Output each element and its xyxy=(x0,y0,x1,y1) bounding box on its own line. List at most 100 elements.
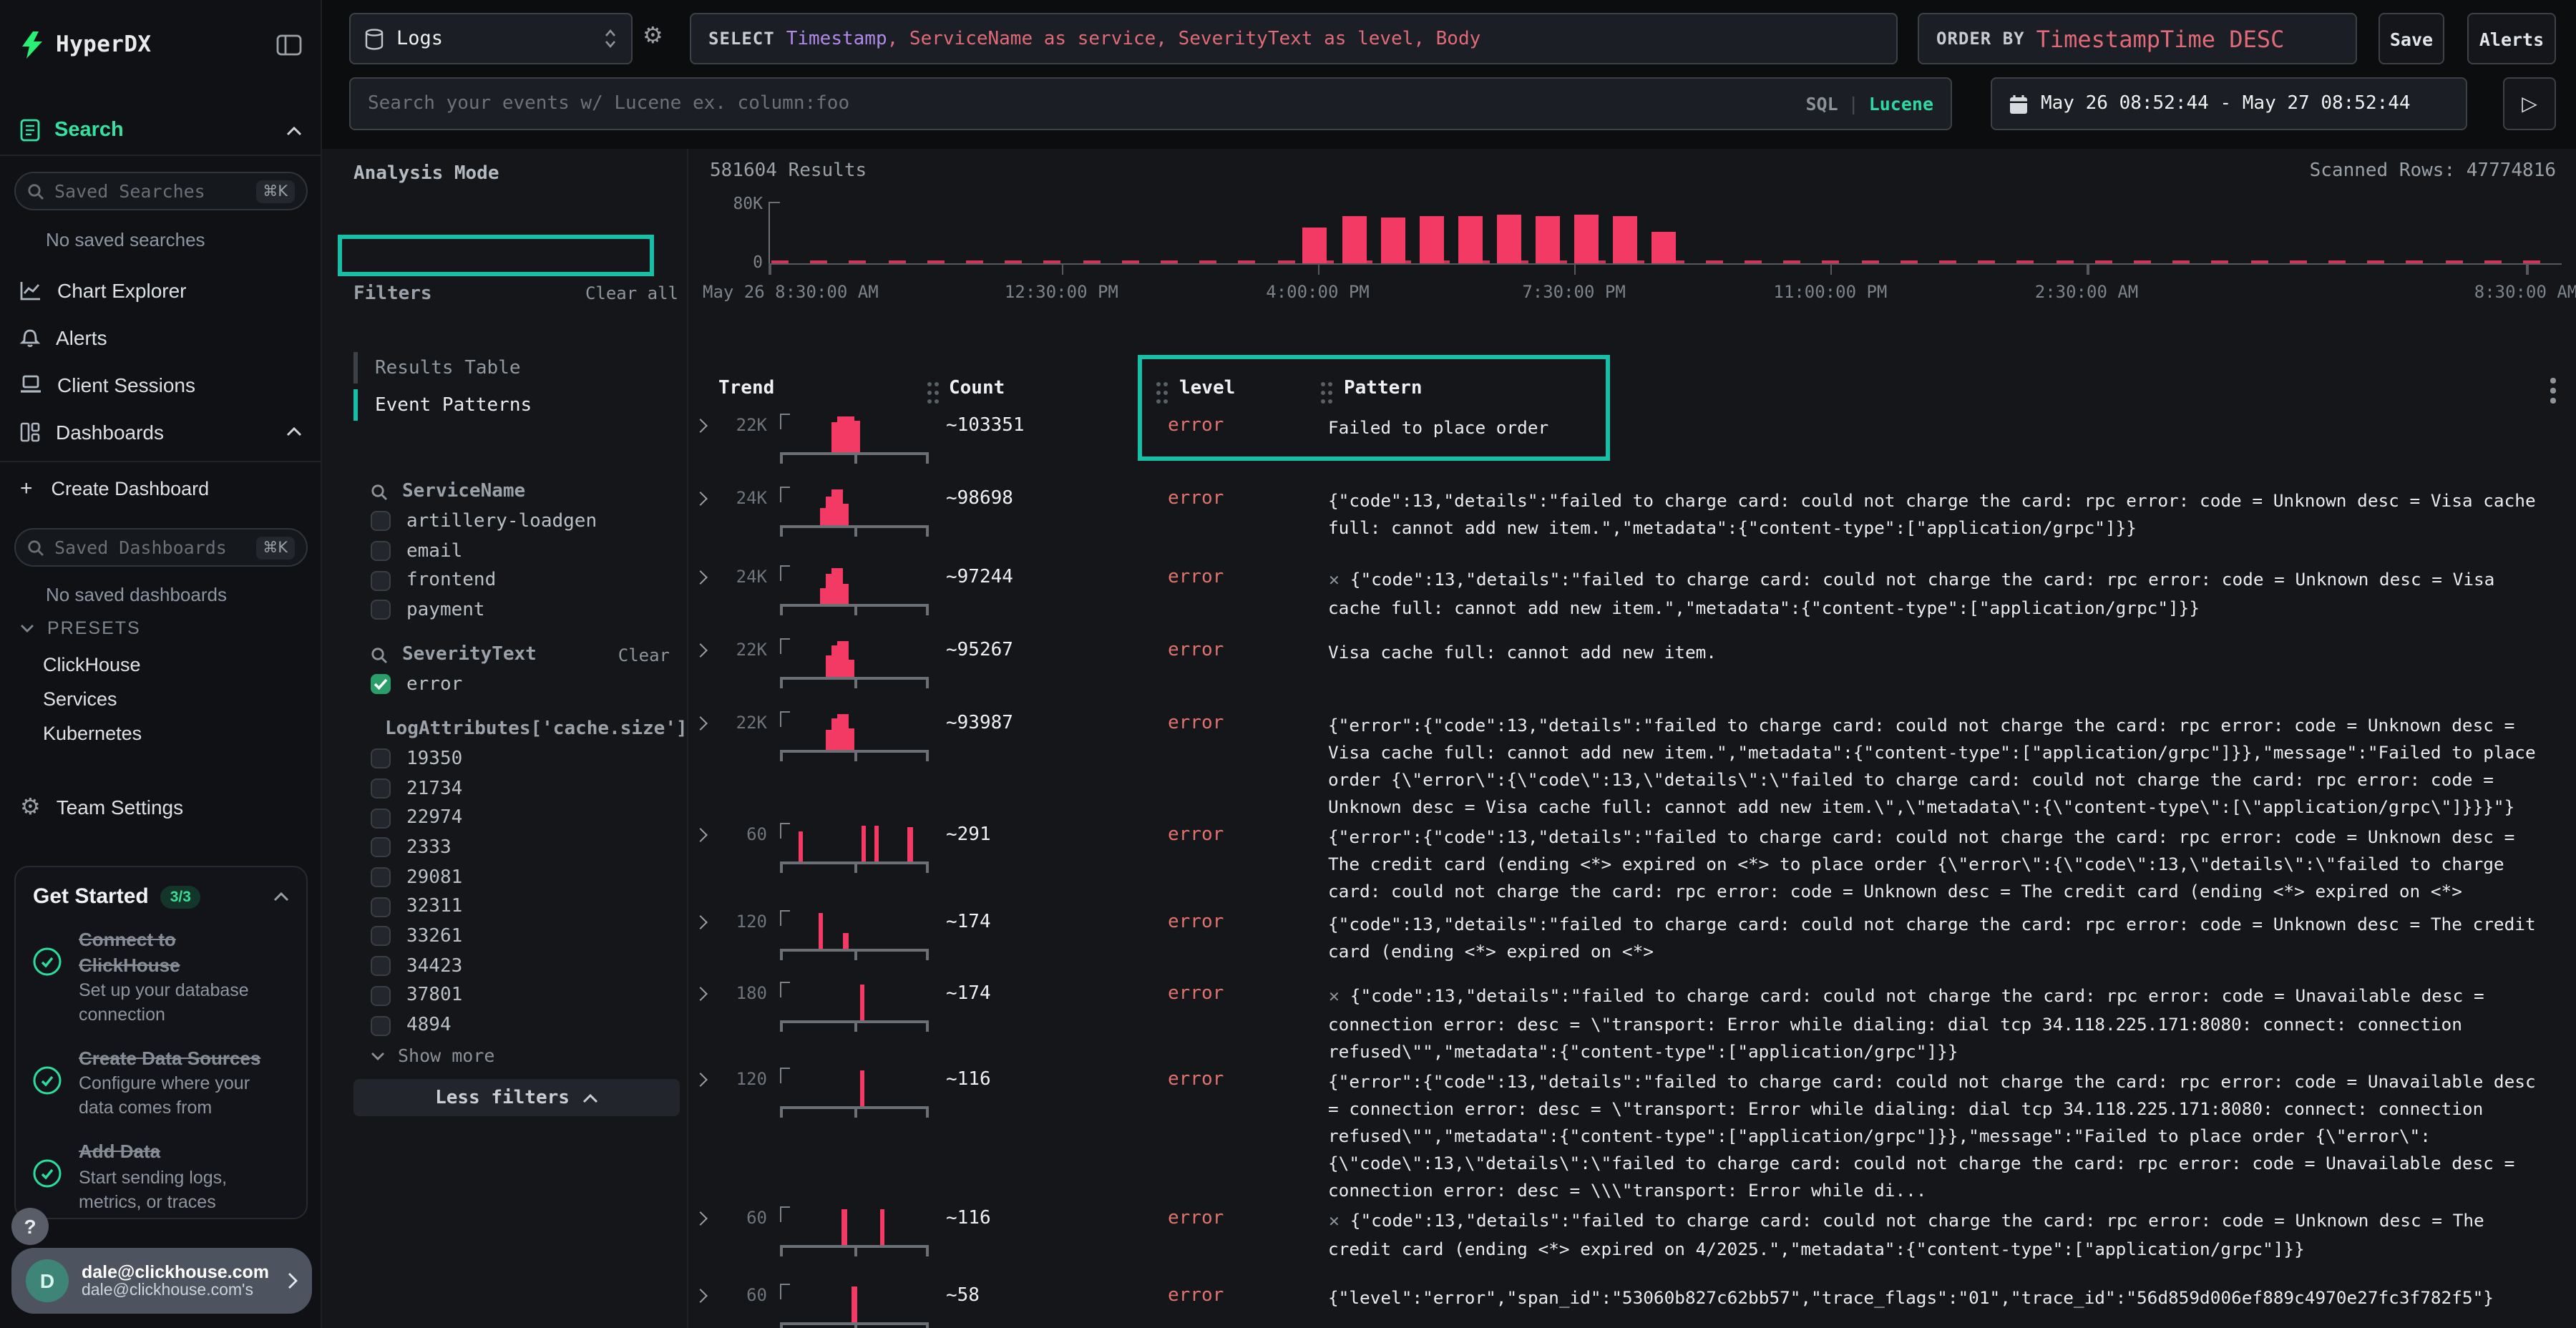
dismiss-pattern-icon[interactable]: ✕ xyxy=(1328,574,1340,590)
saved-dashboards-input[interactable]: Saved Dashboards ⌘K xyxy=(14,528,308,567)
lucene-mode-toggle[interactable]: Lucene xyxy=(1869,93,1933,114)
get-started-step[interactable]: Connect to ClickHouse Set up your databa… xyxy=(33,927,289,1027)
filter-option[interactable]: 4894 xyxy=(371,1010,671,1040)
pattern-text[interactable]: {"error":{"code":13,"details":"failed to… xyxy=(1328,824,2570,906)
checkbox-checked[interactable] xyxy=(371,675,391,695)
checkbox[interactable] xyxy=(371,512,391,532)
table-menu-icon[interactable] xyxy=(2550,378,2555,383)
row-expand-chevron-icon[interactable] xyxy=(696,1291,718,1301)
filter-option[interactable]: payment xyxy=(371,595,671,625)
filter-option[interactable]: email xyxy=(371,536,671,565)
pattern-text[interactable]: Failed to place order xyxy=(1328,415,2570,442)
table-row[interactable]: 22K~103351errorFailed to place order xyxy=(696,412,2570,469)
histogram-bar[interactable] xyxy=(1574,215,1599,263)
source-select[interactable]: Logs xyxy=(349,13,633,64)
saved-searches-input[interactable]: Saved Searches ⌘K xyxy=(14,172,308,210)
pattern-text[interactable]: {"code":13,"details":"failed to charge c… xyxy=(1328,488,2570,542)
sidebar-item-kubernetes[interactable]: Kubernetes xyxy=(43,723,142,744)
row-expand-chevron-icon[interactable] xyxy=(696,989,718,999)
row-expand-chevron-icon[interactable] xyxy=(696,421,718,431)
run-query-button[interactable]: ▷ xyxy=(2503,77,2556,130)
filter-option[interactable]: 2333 xyxy=(371,833,671,862)
less-filters-button[interactable]: Less filters xyxy=(353,1079,680,1116)
table-row[interactable]: 180~174error✕{"code":13,"details":"faile… xyxy=(696,980,2570,1066)
checkbox[interactable] xyxy=(371,808,391,828)
sidebar-item-team-settings[interactable]: ⚙ Team Settings xyxy=(0,787,322,826)
histogram-bar[interactable] xyxy=(1613,216,1637,263)
get-started-step[interactable]: Create Data Sources Configure where your… xyxy=(33,1046,289,1121)
checkbox[interactable] xyxy=(371,986,391,1006)
search-input[interactable]: Search your events w/ Lucene ex. column:… xyxy=(349,77,1952,130)
chevron-up-icon[interactable] xyxy=(286,426,302,436)
create-dashboard-button[interactable]: + Create Dashboard xyxy=(0,472,322,504)
filter-option[interactable]: 22974 xyxy=(371,804,671,833)
histogram-bar[interactable] xyxy=(1381,218,1405,263)
table-row[interactable]: 60~58error{"level":"error","span_id":"53… xyxy=(696,1282,2570,1328)
table-row[interactable]: 60~291error{"error":{"code":13,"details"… xyxy=(696,821,2570,906)
query-settings-gear-icon[interactable]: ⚙ xyxy=(643,24,663,47)
filter-option[interactable]: 32311 xyxy=(371,892,671,922)
filter-group-name[interactable]: ServiceName xyxy=(402,481,525,502)
save-button[interactable]: Save xyxy=(2379,13,2444,64)
row-expand-chevron-icon[interactable] xyxy=(696,718,718,728)
pattern-text[interactable]: ✕{"code":13,"details":"failed to charge … xyxy=(1328,983,2570,1066)
histogram-bar[interactable] xyxy=(1302,227,1327,263)
sidebar-item-clickhouse[interactable]: ClickHouse xyxy=(43,654,141,675)
row-expand-chevron-icon[interactable] xyxy=(696,494,718,504)
time-range-picker[interactable]: May 26 08:52:44 - May 27 08:52:44 xyxy=(1991,77,2467,130)
table-row[interactable]: 120~174error{"code":13,"details":"failed… xyxy=(696,909,2570,966)
histogram-bar[interactable] xyxy=(1342,216,1367,263)
table-row[interactable]: 22K~95267errorVisa cache full: cannot ad… xyxy=(696,637,2570,694)
histogram-bar[interactable] xyxy=(1652,232,1676,263)
filter-option[interactable]: 21734 xyxy=(371,773,671,803)
show-more-toggle[interactable]: Show more xyxy=(371,1045,494,1066)
clear-all-filters-link[interactable]: Clear all xyxy=(585,283,678,303)
sidebar-item-search[interactable]: Search xyxy=(0,112,322,149)
histogram-bar[interactable] xyxy=(1536,215,1560,263)
sidebar-collapse-icon[interactable] xyxy=(276,34,302,55)
chevron-up-icon[interactable] xyxy=(273,892,289,902)
table-row[interactable]: 24K~97244error✕{"code":13,"details":"fai… xyxy=(696,564,2570,622)
row-expand-chevron-icon[interactable] xyxy=(696,645,718,655)
pattern-text[interactable]: ✕{"code":13,"details":"failed to charge … xyxy=(1328,567,2570,622)
checkbox[interactable] xyxy=(371,838,391,858)
user-menu[interactable]: D dale@clickhouse.com dale@clickhouse.co… xyxy=(11,1248,312,1314)
alerts-button[interactable]: Alerts xyxy=(2467,13,2556,64)
dismiss-pattern-icon[interactable]: ✕ xyxy=(1328,990,1340,1006)
help-button[interactable]: ? xyxy=(11,1208,49,1245)
order-by-input[interactable]: ORDER BY TimestampTime DESC xyxy=(1918,13,2357,64)
checkbox[interactable] xyxy=(371,897,391,917)
checkbox[interactable] xyxy=(371,570,391,590)
sidebar-item-client-sessions[interactable]: Client Sessions xyxy=(0,365,322,404)
select-query-input[interactable]: SELECT Timestamp, ServiceName as service… xyxy=(690,13,1898,64)
sidebar-item-alerts[interactable]: Alerts xyxy=(0,318,322,356)
histogram-bar[interactable] xyxy=(1458,215,1483,263)
results-histogram[interactable]: 80K 0 May 26 8:30:00 AM12:30:00 PM4:00:0… xyxy=(688,149,2576,321)
row-expand-chevron-icon[interactable] xyxy=(696,572,718,582)
histogram-bar[interactable] xyxy=(1420,215,1444,263)
column-header-level[interactable]: level xyxy=(1179,378,1235,399)
checkbox[interactable] xyxy=(371,867,391,887)
checkbox[interactable] xyxy=(371,1015,391,1035)
checkbox[interactable] xyxy=(371,956,391,976)
sidebar-item-dashboards[interactable]: Dashboards xyxy=(0,412,322,451)
histogram-bar[interactable] xyxy=(1497,215,1521,263)
filter-option[interactable]: 19350 xyxy=(371,744,671,773)
checkbox[interactable] xyxy=(371,749,391,769)
filter-option[interactable]: 34423 xyxy=(371,952,671,981)
pattern-text[interactable]: {"code":13,"details":"failed to charge c… xyxy=(1328,912,2570,966)
filter-group-name[interactable]: LogAttributes['cache.size'] xyxy=(385,718,688,740)
filter-option[interactable]: frontend xyxy=(371,566,671,595)
row-expand-chevron-icon[interactable] xyxy=(696,1214,718,1224)
column-header-count[interactable]: Count xyxy=(949,378,1005,399)
column-header-trend[interactable]: Trend xyxy=(718,378,774,399)
pattern-text[interactable]: ✕{"code":13,"details":"failed to charge … xyxy=(1328,1208,2570,1264)
filter-option[interactable]: artillery-loadgen xyxy=(371,507,671,536)
sidebar-item-services[interactable]: Services xyxy=(43,688,117,710)
checkbox[interactable] xyxy=(371,927,391,947)
filter-option[interactable]: 37801 xyxy=(371,981,671,1010)
column-drag-handle-icon[interactable] xyxy=(1321,382,1325,386)
pattern-text[interactable]: {"error":{"code":13,"details":"failed to… xyxy=(1328,713,2570,821)
checkbox[interactable] xyxy=(371,541,391,561)
sidebar-item-chart-explorer[interactable]: Chart Explorer xyxy=(0,270,322,309)
